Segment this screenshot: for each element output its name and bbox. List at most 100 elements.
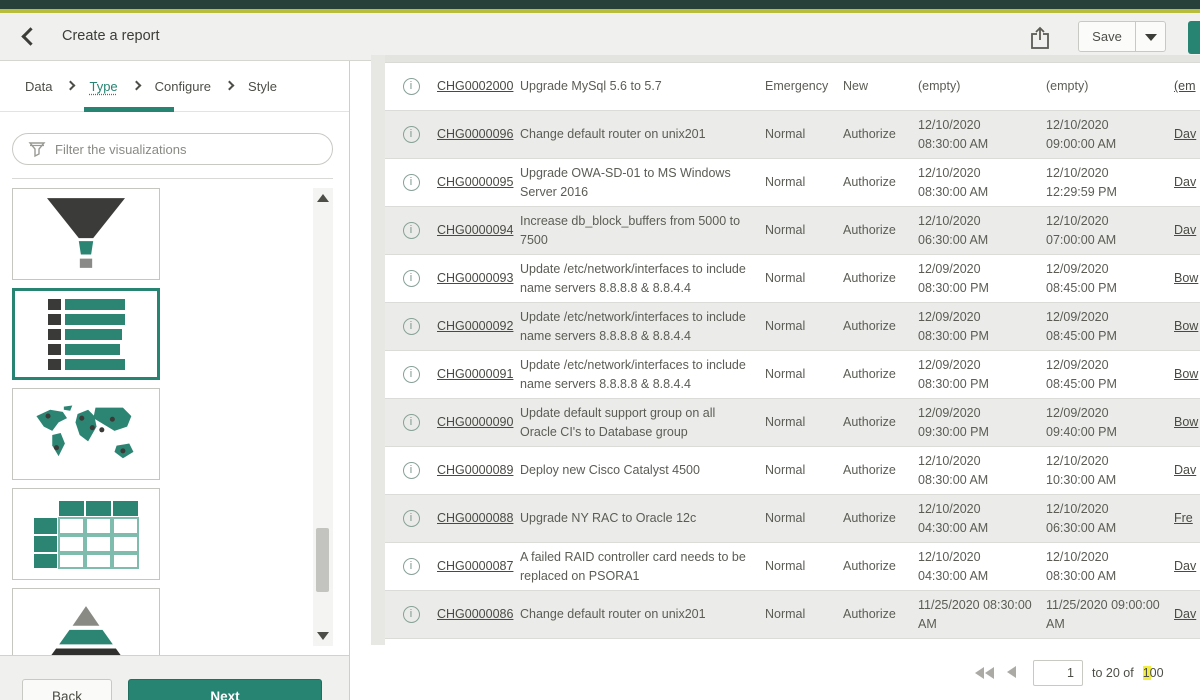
assigned-to-link[interactable]: Bow <box>1174 319 1198 333</box>
info-icon[interactable]: i <box>403 318 420 335</box>
assigned-to-link[interactable]: Dav <box>1174 127 1196 141</box>
top-brand-stripe <box>0 0 1200 9</box>
assigned-to-link[interactable]: Dav <box>1174 559 1196 573</box>
first-page-icon[interactable] <box>975 667 994 679</box>
table-row: i CHG0000092 Update /etc/network/interfa… <box>385 303 1200 351</box>
next-button[interactable]: Next <box>128 679 322 700</box>
back-button[interactable]: Back <box>22 679 112 700</box>
state-cell: Authorize <box>843 509 918 527</box>
info-cell: i <box>385 318 437 335</box>
record-number-link[interactable]: CHG0002000 <box>437 79 513 93</box>
scroll-down-icon[interactable] <box>317 632 329 640</box>
visualization-list <box>12 188 160 688</box>
share-icon[interactable] <box>1028 25 1052 51</box>
end-date-cell: 12/10/2020 10:30:00 AM <box>1046 452 1174 488</box>
assigned-to-link[interactable]: Dav <box>1174 607 1196 621</box>
number-cell: CHG0000092 <box>437 317 520 335</box>
assigned-to-link[interactable]: (em <box>1174 79 1196 93</box>
info-icon[interactable]: i <box>403 270 420 287</box>
viz-option-table[interactable] <box>12 488 160 580</box>
start-date-cell: 12/10/2020 08:30:00 AM <box>918 116 1046 152</box>
record-number-link[interactable]: CHG0000087 <box>437 559 513 573</box>
state-cell: New <box>843 77 918 95</box>
record-number-link[interactable]: CHG0000086 <box>437 607 513 621</box>
info-icon[interactable]: i <box>403 78 420 95</box>
info-icon[interactable]: i <box>403 462 420 479</box>
step-style[interactable]: Style <box>248 79 277 94</box>
record-number-link[interactable]: CHG0000096 <box>437 127 513 141</box>
record-number-link[interactable]: CHG0000089 <box>437 463 513 477</box>
assigned-to-link[interactable]: Dav <box>1174 223 1196 237</box>
step-type[interactable]: Type <box>89 79 117 94</box>
info-icon[interactable]: i <box>403 174 420 191</box>
start-date-cell: 12/10/2020 08:30:00 AM <box>918 164 1046 200</box>
info-icon[interactable]: i <box>403 510 420 527</box>
record-number-link[interactable]: CHG0000090 <box>437 415 513 429</box>
funnel-filter-icon <box>28 140 46 163</box>
short-description-cell: Change default router on unix201 <box>520 605 765 623</box>
chevron-right-icon <box>131 80 141 90</box>
short-description-cell: Update /etc/network/interfaces to includ… <box>520 260 765 296</box>
priority-cell: Normal <box>765 509 843 527</box>
scrollbar-thumb[interactable] <box>316 528 329 592</box>
filter-visualizations-input[interactable] <box>12 133 333 165</box>
step-data[interactable]: Data <box>25 79 52 94</box>
assigned-to-cell: Dav <box>1174 173 1200 191</box>
assigned-to-link[interactable]: Bow <box>1174 367 1198 381</box>
back-icon[interactable] <box>21 27 39 45</box>
record-number-link[interactable]: CHG0000088 <box>437 511 513 525</box>
record-number-link[interactable]: CHG0000094 <box>437 223 513 237</box>
table-row: i CHG0000093 Update /etc/network/interfa… <box>385 255 1200 303</box>
info-icon[interactable]: i <box>403 558 420 575</box>
record-number-link[interactable]: CHG0000091 <box>437 367 513 381</box>
viz-option-world-map[interactable] <box>12 388 160 480</box>
active-step-indicator <box>84 107 174 112</box>
end-date-cell: 12/10/2020 07:00:00 AM <box>1046 212 1174 248</box>
info-icon[interactable]: i <box>403 606 420 623</box>
start-date-cell: 12/09/2020 08:30:00 PM <box>918 356 1046 392</box>
row-total-text: 100 <box>1143 666 1164 680</box>
record-number-link[interactable]: CHG0000095 <box>437 175 513 189</box>
info-cell: i <box>385 78 437 95</box>
priority-cell: Normal <box>765 125 843 143</box>
priority-cell: Normal <box>765 461 843 479</box>
assigned-to-cell: Bow <box>1174 413 1200 431</box>
assigned-to-link[interactable]: Fre <box>1174 511 1193 525</box>
info-icon[interactable]: i <box>403 366 420 383</box>
info-icon[interactable]: i <box>403 414 420 431</box>
previous-page-icon[interactable] <box>1007 666 1016 681</box>
page-input[interactable] <box>1033 660 1083 686</box>
save-dropdown-button[interactable] <box>1135 21 1166 52</box>
start-date-cell: 11/25/2020 08:30:00 AM <box>918 596 1046 632</box>
record-number-link[interactable]: CHG0000092 <box>437 319 513 333</box>
assigned-to-link[interactable]: Bow <box>1174 415 1198 429</box>
info-icon[interactable]: i <box>403 222 420 239</box>
table-row: i CHG0000086 Change default router on un… <box>385 591 1200 639</box>
record-number-link[interactable]: CHG0000093 <box>437 271 513 285</box>
step-configure[interactable]: Configure <box>155 79 211 94</box>
assigned-to-link[interactable]: Dav <box>1174 463 1196 477</box>
assigned-to-cell: Dav <box>1174 221 1200 239</box>
state-cell: Authorize <box>843 461 918 479</box>
start-date-cell: 12/10/2020 04:30:00 AM <box>918 548 1046 584</box>
save-button[interactable]: Save <box>1078 21 1136 52</box>
viz-option-funnel[interactable] <box>12 188 160 280</box>
viz-list-scrollbar[interactable] <box>313 188 333 646</box>
assigned-to-link[interactable]: Dav <box>1174 175 1196 189</box>
breadcrumb: Data Type Configure Style <box>0 61 349 112</box>
short-description-cell: Update /etc/network/interfaces to includ… <box>520 356 765 392</box>
priority-cell: Emergency <box>765 77 843 95</box>
assigned-to-link[interactable]: Bow <box>1174 271 1198 285</box>
end-date-cell: 12/10/2020 08:30:00 AM <box>1046 548 1174 584</box>
end-date-cell: 12/09/2020 09:40:00 PM <box>1046 404 1174 440</box>
table-row: i CHG0000091 Update /etc/network/interfa… <box>385 351 1200 399</box>
scroll-up-icon[interactable] <box>317 194 329 202</box>
start-date-cell: (empty) <box>918 77 1046 95</box>
viz-option-list[interactable] <box>12 288 160 380</box>
short-description-cell: Deploy new Cisco Catalyst 4500 <box>520 461 765 479</box>
info-icon[interactable]: i <box>403 126 420 143</box>
table-row: i CHG0000088 Upgrade NY RAC to Oracle 12… <box>385 495 1200 543</box>
info-cell: i <box>385 558 437 575</box>
run-button-partial[interactable] <box>1188 21 1200 54</box>
table-row: i CHG0000094 Increase db_block_buffers f… <box>385 207 1200 255</box>
